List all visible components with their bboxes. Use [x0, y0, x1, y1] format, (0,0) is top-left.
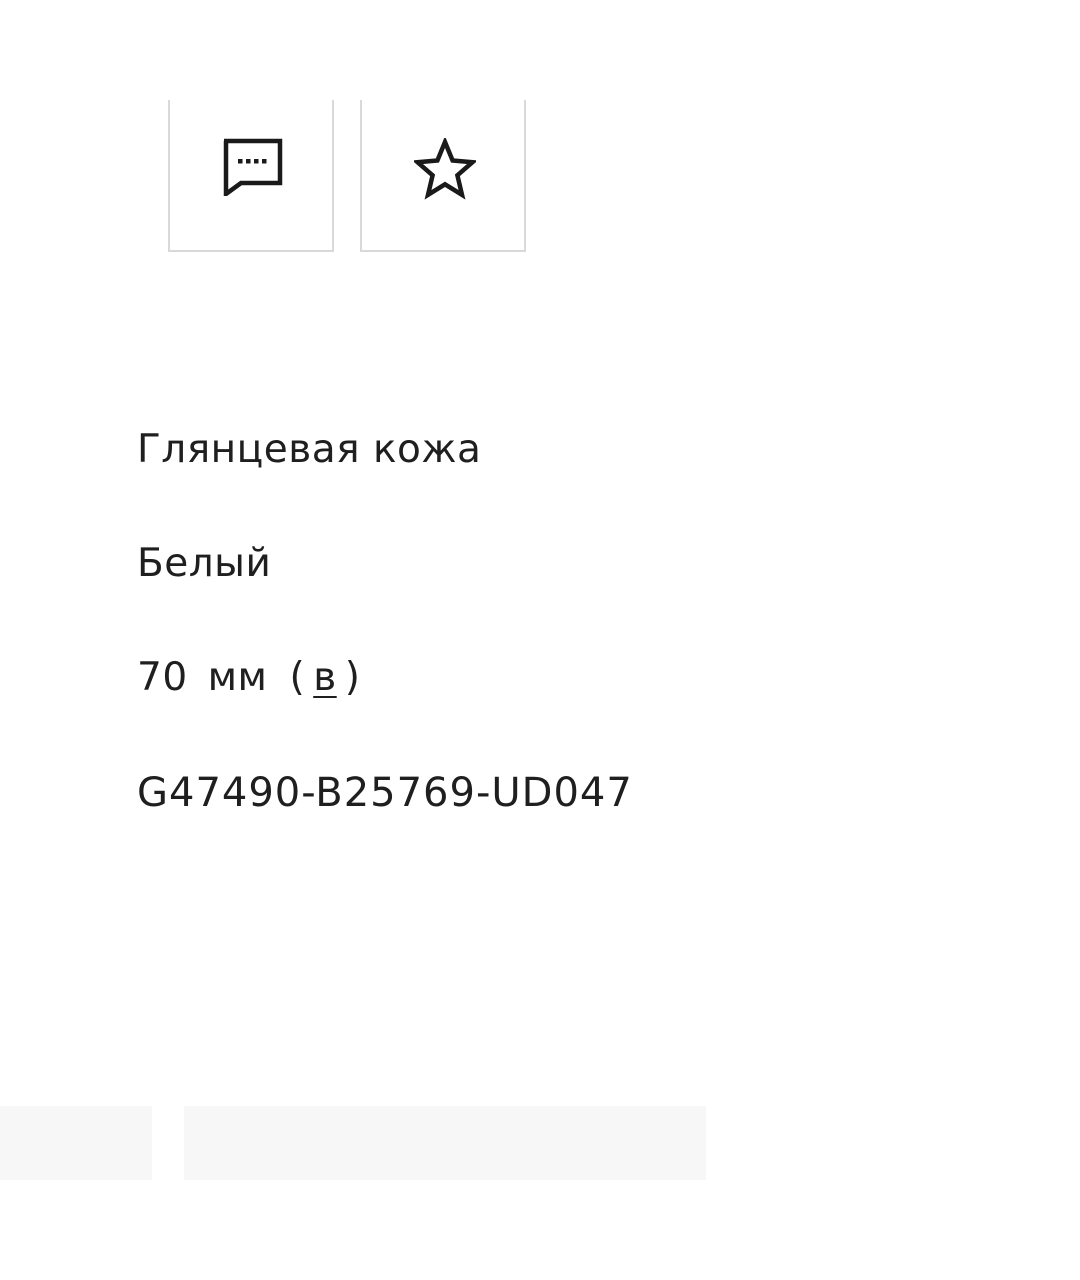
product-material: Глянцевая кожа: [137, 427, 482, 472]
product-sku: G47490-B25769-UD047: [137, 770, 633, 816]
product-heel-height: 70 мм (в): [137, 655, 360, 701]
star-outline-icon: [414, 138, 476, 200]
tab-placeholder-right: [184, 1106, 706, 1180]
heel-height-info-link[interactable]: в: [313, 655, 337, 700]
product-color: Белый: [137, 541, 272, 586]
open-paren: (: [289, 655, 306, 700]
heel-height-unit: мм: [207, 655, 268, 700]
heel-height-value: 70: [137, 655, 188, 700]
comment-button[interactable]: [168, 100, 334, 252]
close-paren: ): [344, 655, 361, 700]
tab-placeholder-left: [0, 1106, 152, 1180]
add-to-favorites-button[interactable]: [360, 100, 526, 252]
comment-dots-icon: [223, 138, 283, 196]
